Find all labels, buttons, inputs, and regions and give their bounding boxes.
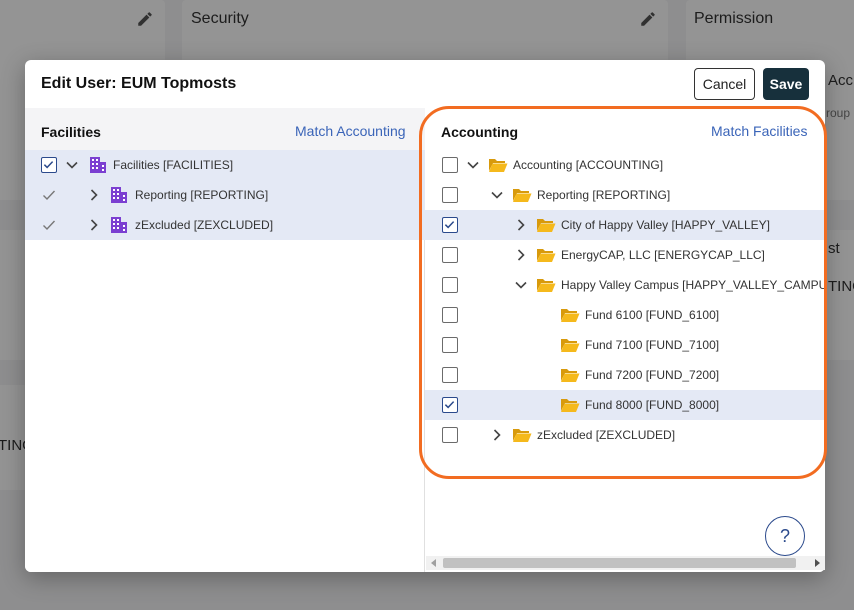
chevron-down-icon[interactable] xyxy=(514,278,528,292)
row-label: Fund 8000 [FUND_8000] xyxy=(585,398,720,412)
match-accounting-link[interactable]: Match Accounting xyxy=(295,123,406,139)
accounting-tree-row[interactable]: Fund 8000 [FUND_8000] xyxy=(425,390,825,420)
modal-header: Edit User: EUM Topmosts Cancel Save xyxy=(25,60,825,108)
row-label: Fund 7100 [FUND_7100] xyxy=(585,338,720,352)
horizontal-scrollbar[interactable] xyxy=(426,556,825,570)
row-label: zExcluded [ZEXCLUDED] xyxy=(135,218,274,232)
check-icon xyxy=(43,220,56,231)
check-icon xyxy=(43,161,54,169)
row-checkbox[interactable] xyxy=(442,337,458,353)
chevron-down-icon[interactable] xyxy=(466,158,480,172)
facilities-tree-row[interactable]: Facilities [FACILITIES] xyxy=(25,150,425,180)
chevron-right-icon[interactable] xyxy=(87,218,101,232)
accounting-pane: Accounting Match Facilities Accounting [… xyxy=(425,108,825,572)
row-checkbox[interactable] xyxy=(442,397,458,413)
folder-open-icon xyxy=(561,369,580,382)
chevron-down-icon[interactable] xyxy=(65,158,79,172)
row-label: Reporting [REPORTING] xyxy=(135,188,269,202)
row-checkbox[interactable] xyxy=(442,217,458,233)
row-checkbox[interactable] xyxy=(442,277,458,293)
facilities-pane-header: Facilities Match Accounting xyxy=(25,108,425,150)
accounting-tree-row[interactable]: Fund 7200 [FUND_7200] xyxy=(425,360,825,390)
chevron-right-icon[interactable] xyxy=(490,428,504,442)
scroll-left-arrow-icon[interactable] xyxy=(430,559,438,567)
accounting-tree-row[interactable]: City of Happy Valley [HAPPY_VALLEY] xyxy=(425,210,825,240)
check-icon xyxy=(43,190,56,201)
facilities-tree-row[interactable]: zExcluded [ZEXCLUDED] xyxy=(25,210,425,240)
accounting-tree-row[interactable]: zExcluded [ZEXCLUDED] xyxy=(425,420,825,450)
chevron-down-icon[interactable] xyxy=(490,188,504,202)
building-icon xyxy=(90,157,106,173)
row-checkbox[interactable] xyxy=(442,187,458,203)
building-icon xyxy=(111,187,127,203)
folder-open-icon xyxy=(561,339,580,352)
folder-open-icon xyxy=(561,399,580,412)
facilities-tree-row[interactable]: Reporting [REPORTING] xyxy=(25,180,425,210)
accounting-tree-row[interactable]: EnergyCAP, LLC [ENERGYCAP_LLC] xyxy=(425,240,825,270)
facilities-title: Facilities xyxy=(41,124,101,140)
accounting-title: Accounting xyxy=(441,124,518,140)
accounting-tree-row[interactable]: Happy Valley Campus [HAPPY_VALLEY_CAMPUS… xyxy=(425,270,825,300)
match-facilities-link[interactable]: Match Facilities xyxy=(711,123,807,139)
accounting-tree-row[interactable]: Fund 7100 [FUND_7100] xyxy=(425,330,825,360)
folder-open-icon xyxy=(561,309,580,322)
folder-open-icon xyxy=(537,249,556,262)
save-button[interactable]: Save xyxy=(763,68,809,100)
row-label: Facilities [FACILITIES] xyxy=(113,158,234,172)
scrollbar-thumb[interactable] xyxy=(443,558,796,568)
folder-open-icon xyxy=(537,279,556,292)
row-label: City of Happy Valley [HAPPY_VALLEY] xyxy=(561,218,770,232)
row-checkbox[interactable] xyxy=(442,307,458,323)
row-label: Fund 7200 [FUND_7200] xyxy=(585,368,720,382)
row-checkbox[interactable] xyxy=(442,427,458,443)
row-label: Happy Valley Campus [HAPPY_VALLEY_CAMPUS… xyxy=(561,278,825,292)
folder-open-icon xyxy=(489,159,508,172)
row-label: EnergyCAP, LLC [ENERGYCAP_LLC] xyxy=(561,248,765,262)
folder-open-icon xyxy=(513,429,532,442)
facilities-pane: Facilities Match Accounting Facilities [… xyxy=(25,108,425,572)
chevron-right-icon[interactable] xyxy=(514,218,528,232)
scroll-right-arrow-icon[interactable] xyxy=(813,559,821,567)
row-checkbox[interactable] xyxy=(442,367,458,383)
folder-open-icon xyxy=(537,219,556,232)
row-checkbox[interactable] xyxy=(442,157,458,173)
help-button[interactable]: ? xyxy=(765,516,805,556)
check-icon xyxy=(444,401,455,409)
building-icon xyxy=(111,217,127,233)
row-label: Reporting [REPORTING] xyxy=(537,188,671,202)
modal-title: Edit User: EUM Topmosts xyxy=(41,75,237,92)
chevron-right-icon[interactable] xyxy=(87,188,101,202)
row-checkbox[interactable] xyxy=(442,247,458,263)
row-label: zExcluded [ZEXCLUDED] xyxy=(537,428,676,442)
row-checkbox[interactable] xyxy=(41,157,57,173)
accounting-tree-row[interactable]: Reporting [REPORTING] xyxy=(425,180,825,210)
row-label: Fund 6100 [FUND_6100] xyxy=(585,308,720,322)
accounting-tree-row[interactable]: Accounting [ACCOUNTING] xyxy=(425,150,825,180)
folder-open-icon xyxy=(513,189,532,202)
cancel-button[interactable]: Cancel xyxy=(694,68,755,100)
chevron-right-icon[interactable] xyxy=(514,248,528,262)
row-label: Accounting [ACCOUNTING] xyxy=(513,158,664,172)
check-icon xyxy=(444,221,455,229)
accounting-tree-row[interactable]: Fund 6100 [FUND_6100] xyxy=(425,300,825,330)
edit-user-modal: Edit User: EUM Topmosts Cancel Save Faci… xyxy=(25,60,825,572)
